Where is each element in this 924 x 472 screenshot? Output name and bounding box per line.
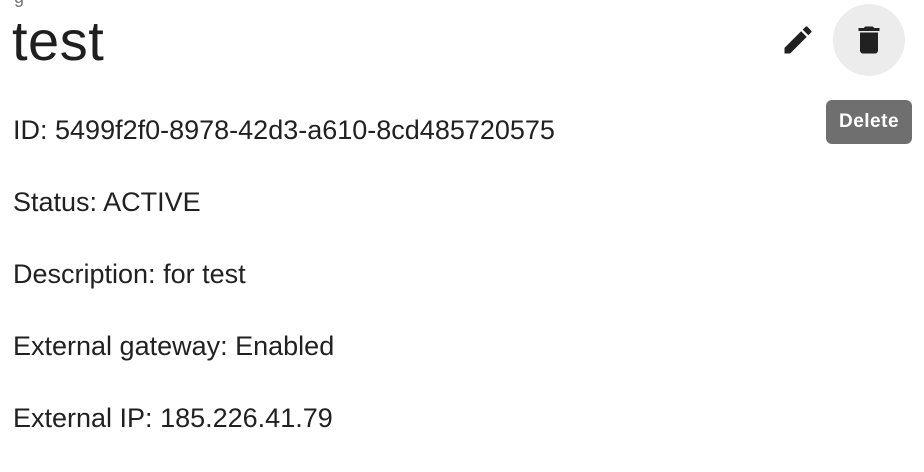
detail-label: Status: [13, 187, 104, 217]
detail-external-gateway: External gateway: Enabled [13, 328, 555, 400]
detail-status: Status: ACTIVE [13, 184, 555, 256]
trash-icon [858, 26, 880, 54]
detail-label: ID: [13, 115, 56, 145]
detail-label: External gateway: [13, 331, 236, 361]
detail-label: Description: [13, 259, 164, 289]
edit-button[interactable] [762, 4, 834, 76]
delete-button[interactable] [833, 4, 905, 76]
delete-tooltip: Delete [826, 100, 912, 144]
page-title: test [12, 9, 105, 72]
detail-label: External IP: [13, 403, 161, 433]
detail-description: Description: for test [13, 256, 555, 328]
detail-id: ID: 5499f2f0-8978-42d3-a610-8cd485720575 [13, 112, 555, 184]
detail-value: Enabled [235, 331, 335, 361]
details-list: ID: 5499f2f0-8978-42d3-a610-8cd485720575… [13, 112, 555, 472]
detail-value: for test [163, 259, 246, 289]
detail-value: 185.226.41.79 [160, 403, 333, 433]
pencil-icon [784, 26, 812, 54]
detail-value: 5499f2f0-8978-42d3-a610-8cd485720575 [55, 115, 555, 145]
detail-value: ACTIVE [103, 187, 201, 217]
detail-external-ip: External IP: 185.226.41.79 [13, 400, 555, 472]
